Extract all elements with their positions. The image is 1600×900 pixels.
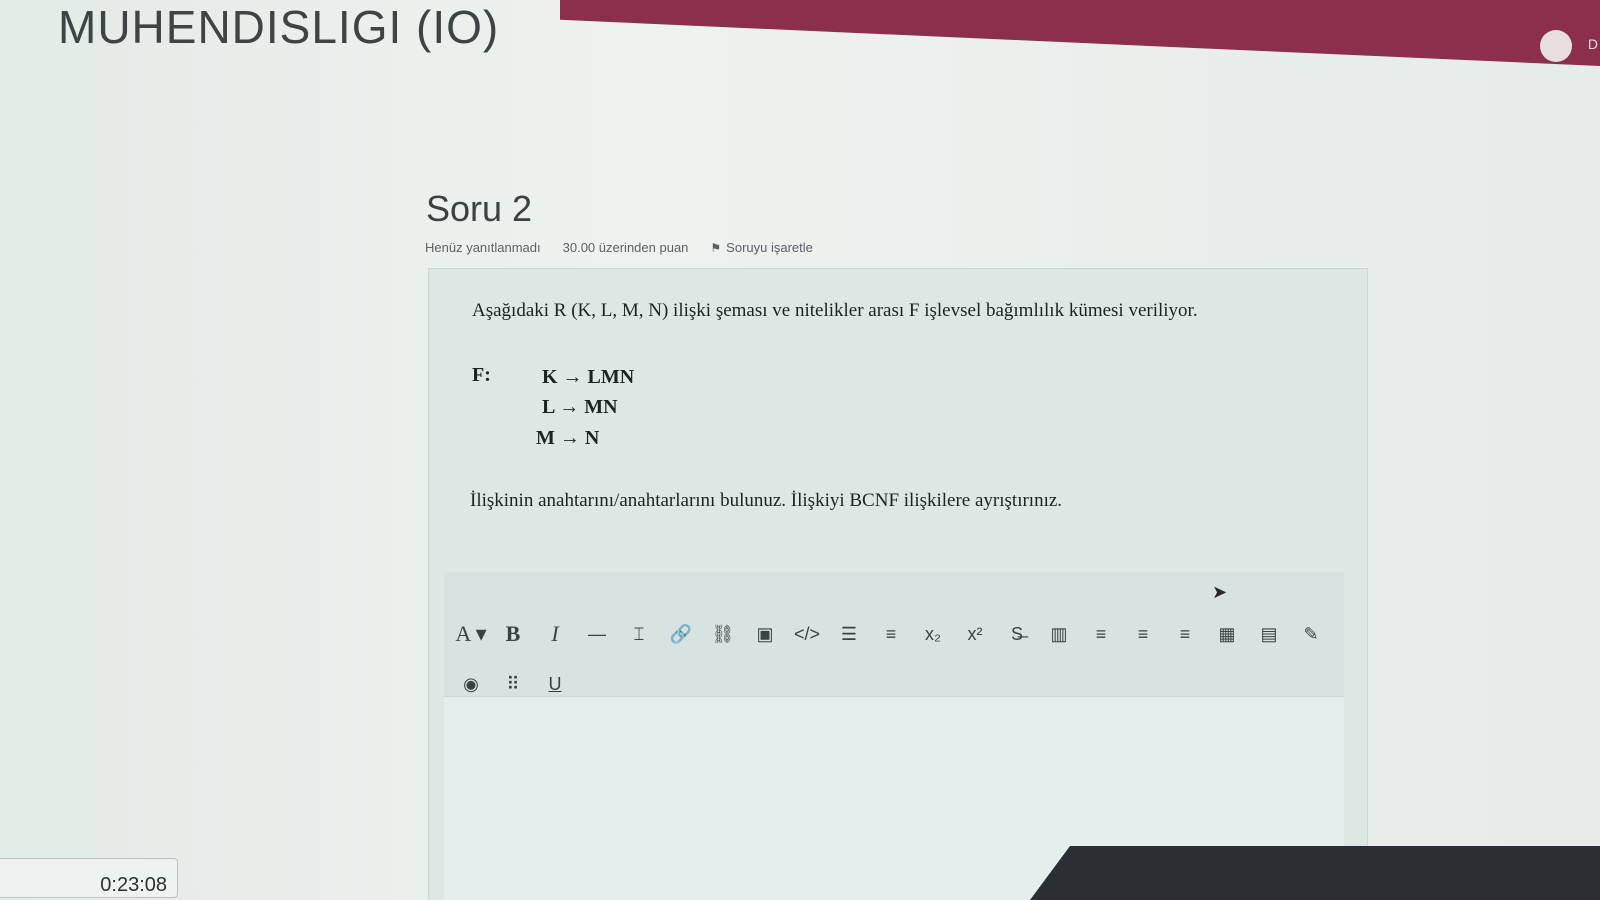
horizontal-rule-icon[interactable]: — [576, 620, 618, 648]
code-icon[interactable]: </> [786, 620, 828, 648]
mouse-cursor-icon: ➤ [1212, 582, 1228, 602]
user-initial: D [1587, 36, 1598, 52]
align-left-icon[interactable]: ≡ [1080, 620, 1122, 648]
question-heading: Soru 2 [426, 188, 533, 229]
dots-icon[interactable]: ⠿ [492, 670, 534, 698]
underline-icon[interactable]: U [534, 670, 576, 698]
column-icon[interactable]: ▥ [1038, 620, 1080, 648]
align-right-icon[interactable]: ≡ [1164, 620, 1206, 648]
italic-icon[interactable]: I [534, 620, 576, 648]
editor-toolbar-row-1: A ▾ B I — ⌶ 🔗 ⛓ ▣ </> ☰ ≡ x₂ x² S̶ ▥ ≡ ≡ ≡ ▦ ▤ ✎ [450, 620, 1332, 648]
quiz-timer: 0:23:08 [0, 858, 178, 898]
font-size-icon[interactable]: A ▾ [450, 620, 492, 648]
edit-icon[interactable]: ✎ [1290, 620, 1332, 648]
unlink-icon[interactable]: ⛓ [702, 620, 744, 648]
user-avatar[interactable] [1540, 30, 1572, 62]
superscript-icon[interactable]: x² [954, 620, 996, 648]
question-intro: Aşağıdaki R (K, L, M, N) ilişki şeması v… [472, 300, 1198, 321]
table-icon[interactable]: ▦ [1206, 620, 1248, 648]
flag-question-link[interactable]: ⚑ Soruyu işaretle [710, 240, 812, 255]
fd-item: K → LMN [542, 366, 635, 388]
calculator-icon[interactable]: ▤ [1248, 620, 1290, 648]
fd-item: L → MN [542, 396, 618, 418]
align-center-icon[interactable]: ≡ [1122, 620, 1164, 648]
header-strip [560, 0, 1600, 66]
question-instruction: İlişkinin anahtarını/anahtarlarını bulun… [470, 490, 1063, 511]
question-points: 30.00 üzerinden puan [562, 240, 689, 255]
link-icon[interactable]: 🔗 [660, 620, 702, 648]
subscript-icon[interactable]: x₂ [912, 620, 954, 648]
flag-icon: ⚑ [710, 240, 722, 255]
strikethrough-icon[interactable]: S̶ [996, 620, 1038, 648]
text-cursor-icon[interactable]: ⌶ [618, 620, 660, 648]
question-info: Henüz yanıtlanmadı 30.00 üzerinden puan … [425, 240, 813, 255]
bullet-list-icon[interactable]: ☰ [828, 620, 870, 648]
timer-value: 0:23:08 [100, 874, 167, 896]
question-status: Henüz yanıtlanmadı [425, 240, 541, 255]
editor-toolbar-row-2: ◉ ⠿ U [450, 670, 576, 698]
fd-item: M → N [536, 427, 600, 449]
course-title: MUHENDISLIGI (IO) [58, 1, 500, 53]
accessibility-icon[interactable]: ◉ [450, 670, 492, 698]
taskbar [1030, 846, 1600, 900]
numbered-list-icon[interactable]: ≡ [870, 620, 912, 648]
fd-label: F: [472, 364, 491, 386]
flag-label: Soruyu işaretle [726, 240, 813, 255]
image-icon[interactable]: ▣ [744, 620, 786, 648]
bold-icon[interactable]: B [492, 620, 534, 648]
quiz-page: MUHENDISLIGI (IO) D Soru 2 Henüz yanıtla… [0, 0, 1600, 900]
